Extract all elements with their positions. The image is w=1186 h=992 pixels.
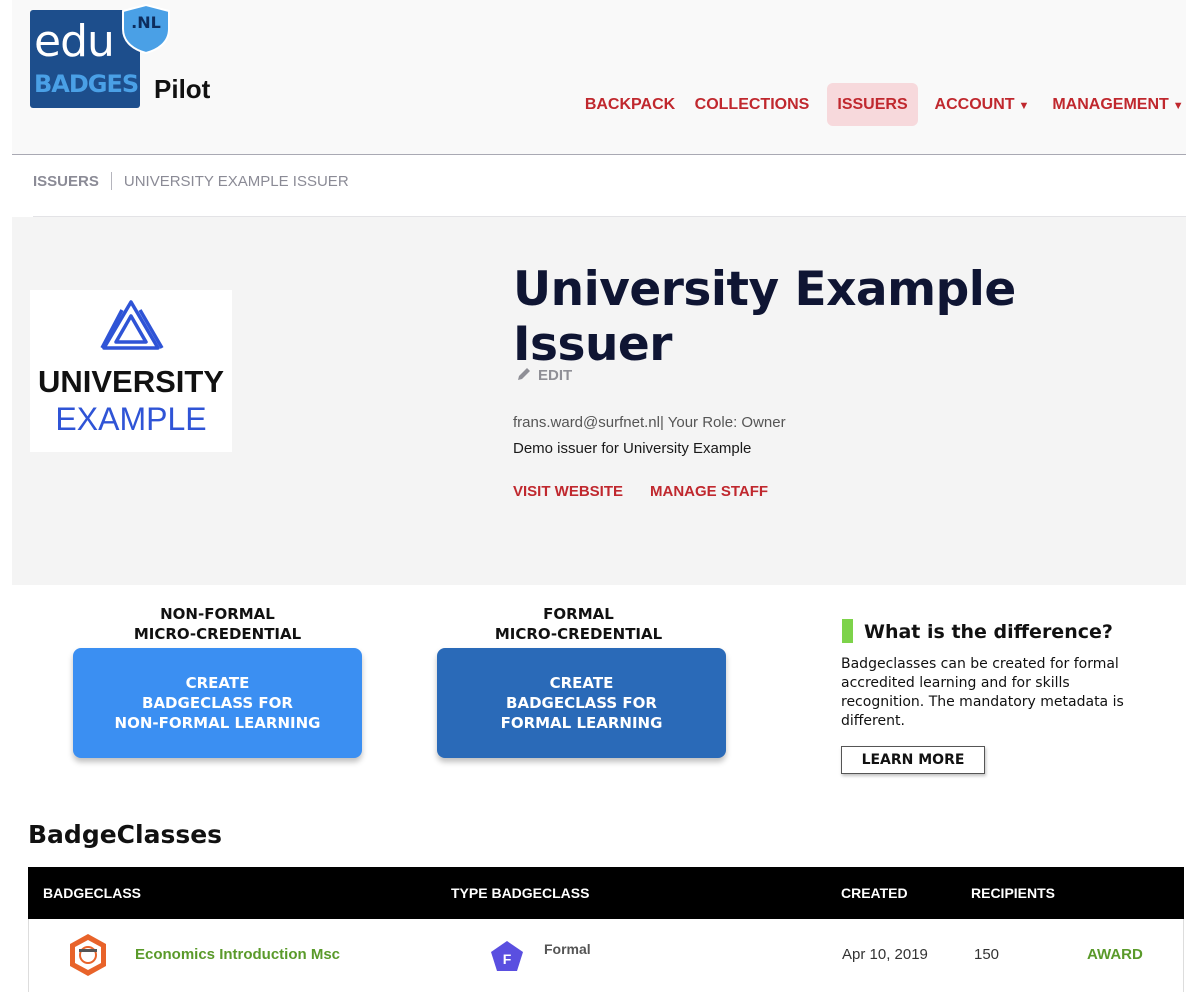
logo-top-text: edu bbox=[34, 16, 115, 67]
breadcrumb-divider bbox=[110, 172, 112, 190]
badgeclass-type: Formal bbox=[544, 941, 591, 957]
edit-label: EDIT bbox=[538, 367, 573, 384]
nav-issuers-label: ISSUERS bbox=[837, 96, 908, 113]
nonformal-label-line1: NON-FORMAL bbox=[160, 605, 275, 623]
table-header: BADGECLASS TYPE BADGECLASS CREATED RECIP… bbox=[28, 867, 1184, 919]
badgeclasses-title: BadgeClasses bbox=[28, 820, 223, 849]
chevron-down-icon: ▼ bbox=[1018, 100, 1030, 112]
learn-more-button[interactable]: LEARN MORE bbox=[841, 746, 985, 774]
issuer-title: University Example Issuer bbox=[513, 262, 1016, 372]
column-header-type[interactable]: TYPE BADGECLASS bbox=[451, 867, 589, 919]
nl-shield-icon: .NL bbox=[122, 3, 170, 55]
formal-type-pentagon-icon: F bbox=[491, 941, 523, 971]
nonformal-section-label: NON-FORMAL MICRO-CREDENTIAL bbox=[73, 604, 362, 644]
breadcrumb-issuers[interactable]: ISSUERS bbox=[33, 173, 99, 190]
column-header-recipients[interactable]: RECIPIENTS bbox=[971, 867, 1055, 919]
badgeclass-created: Apr 10, 2019 bbox=[842, 946, 928, 963]
pencil-icon bbox=[518, 368, 530, 380]
badge-hexagon-icon bbox=[70, 934, 106, 976]
breadcrumb-current: UNIVERSITY EXAMPLE ISSUER bbox=[123, 173, 349, 190]
manage-staff-link[interactable]: MANAGE STAFF bbox=[650, 483, 768, 500]
nonformal-label-line2: MICRO-CREDENTIAL bbox=[133, 625, 302, 643]
nav-collections[interactable]: COLLECTIONS bbox=[692, 83, 812, 126]
badgeclass-name-link[interactable]: Economics Introduction Msc bbox=[135, 946, 340, 963]
award-link[interactable]: AWARD bbox=[1087, 946, 1143, 963]
nav-collections-label: COLLECTIONS bbox=[694, 96, 810, 113]
page: edu BADGES .NL Pilot BACKPACK COLLECTION… bbox=[0, 0, 1186, 992]
difference-title: What is the difference? bbox=[864, 621, 1113, 643]
logo-bottom-text: BADGES bbox=[34, 70, 139, 98]
pilot-label: Pilot bbox=[154, 74, 211, 104]
issuer-logo-line2: EXAMPLE bbox=[55, 401, 206, 437]
nav-account-label: ACCOUNT bbox=[934, 96, 1015, 113]
nonformal-btn-line3: NON-FORMAL LEARNING bbox=[114, 714, 321, 732]
issuer-description: Demo issuer for University Example bbox=[513, 440, 752, 457]
formal-btn-line3: FORMAL LEARNING bbox=[500, 714, 663, 732]
formal-section-label: FORMAL MICRO-CREDENTIAL bbox=[437, 604, 720, 644]
edit-button[interactable]: EDIT bbox=[516, 366, 572, 384]
nonformal-btn-line1: CREATE bbox=[185, 674, 250, 692]
table-row[interactable]: Economics Introduction Msc F Formal Apr … bbox=[28, 919, 1184, 992]
badgeclass-recipients: 150 bbox=[974, 946, 1000, 963]
nav-management-label: MANAGEMENT bbox=[1052, 96, 1169, 113]
create-nonformal-badgeclass-button[interactable]: CREATE BADGECLASS FOR NON-FORMAL LEARNIN… bbox=[73, 648, 362, 758]
logo-shield-text: .NL bbox=[131, 13, 161, 32]
nav-issuers[interactable]: ISSUERS bbox=[827, 83, 918, 126]
nonformal-btn-line2: BADGECLASS FOR bbox=[142, 694, 293, 712]
nav-management[interactable]: MANAGEMENT ▼ bbox=[1050, 83, 1186, 126]
formal-label-line2: MICRO-CREDENTIAL bbox=[494, 625, 663, 643]
top-header: edu BADGES .NL Pilot BACKPACK COLLECTION… bbox=[12, 0, 1186, 155]
chevron-down-icon: ▼ bbox=[1172, 100, 1184, 112]
issuer-logo-image: UNIVERSITY EXAMPLE bbox=[30, 290, 232, 452]
nav-backpack[interactable]: BACKPACK bbox=[578, 83, 682, 126]
formal-btn-line1: CREATE bbox=[549, 674, 614, 692]
column-header-created[interactable]: CREATED bbox=[841, 867, 908, 919]
nav-account[interactable]: ACCOUNT ▼ bbox=[930, 83, 1034, 126]
formal-label-line1: FORMAL bbox=[543, 605, 614, 623]
type-letter: F bbox=[503, 951, 512, 967]
nav-backpack-label: BACKPACK bbox=[584, 96, 676, 113]
formal-btn-line2: BADGECLASS FOR bbox=[506, 694, 657, 712]
difference-accent-bar bbox=[842, 619, 853, 643]
triangle-logo-icon: UNIVERSITY EXAMPLE bbox=[38, 300, 224, 437]
column-header-badgeclass[interactable]: BADGECLASS bbox=[43, 867, 141, 919]
issuer-contact-role: frans.ward@surfnet.nl| Your Role: Owner bbox=[513, 414, 786, 431]
breadcrumb: ISSUERS UNIVERSITY EXAMPLE ISSUER bbox=[33, 172, 349, 190]
difference-text: Badgeclasses can be created for formal a… bbox=[841, 656, 1124, 729]
create-formal-badgeclass-button[interactable]: CREATE BADGECLASS FOR FORMAL LEARNING bbox=[437, 648, 726, 758]
visit-website-link[interactable]: VISIT WEBSITE bbox=[513, 483, 623, 500]
issuer-logo-line1: UNIVERSITY bbox=[38, 364, 224, 399]
